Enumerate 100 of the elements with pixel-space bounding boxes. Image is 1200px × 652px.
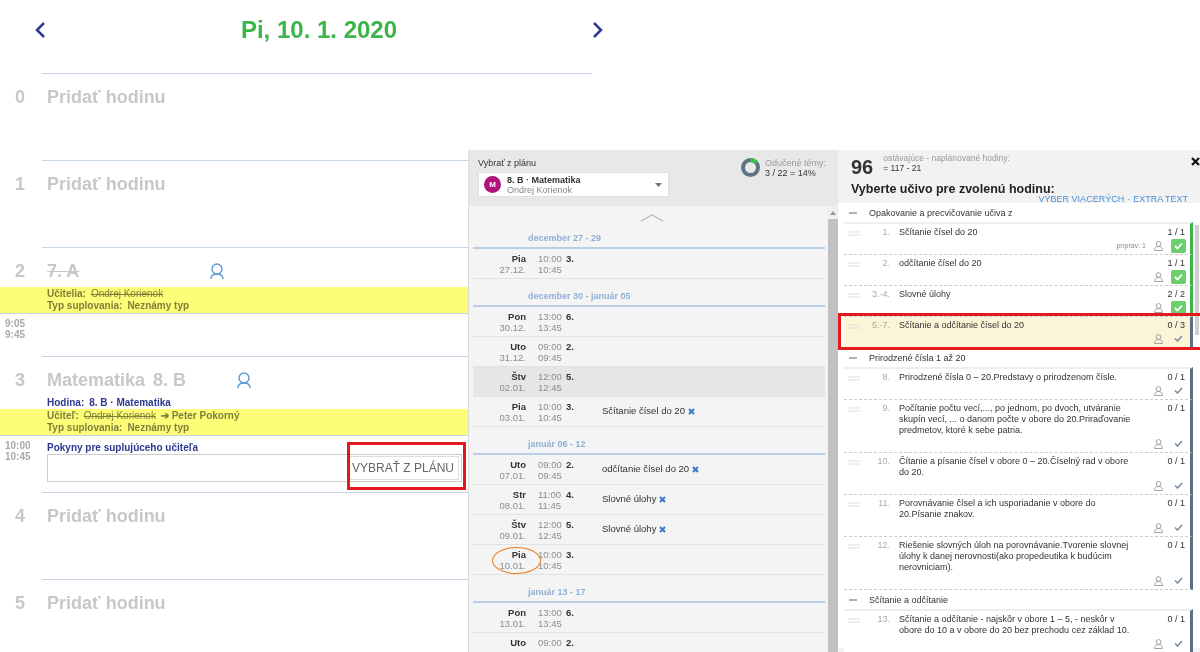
- date: 03.01.: [498, 412, 526, 423]
- topic-number: 3.-4.: [871, 289, 890, 301]
- topic-item[interactable]: 2. odčítanie čísel do 20 1 / 1: [844, 255, 1193, 286]
- end-time: 10:45: [538, 264, 560, 275]
- date: 31.12.: [498, 352, 526, 363]
- start-time: 09:00: [538, 460, 560, 471]
- day-name: Uto: [509, 638, 526, 649]
- topic-count: 0 / 1: [1166, 614, 1186, 626]
- teacher-name: Ondrej Korienok: [507, 184, 574, 195]
- day-name: Štv: [510, 372, 526, 383]
- field-label: Odučené témy:: [764, 158, 826, 168]
- topic-text: Počítanie počtu vecí,..., po jednom, po dvoch, utváranie skupín vecí, ... o danom počte v obore do 20.Priraďovanie predmetov, ktoré k sebe patria.: [899, 403, 1132, 436]
- lesson-number: 2.: [566, 638, 575, 650]
- instructions-field[interactable]: VYBRAŤ Z PLÁNU: [47, 454, 462, 482]
- topic-text: Slovné úlohy: [899, 289, 952, 300]
- lesson-number: 3.: [566, 550, 575, 562]
- plan-dropdown[interactable]: M 8. B · Matematika Ondrej Korienok: [478, 172, 669, 197]
- week-heading: december 27 - 29: [473, 222, 825, 249]
- topic-number: 12.: [876, 540, 890, 552]
- topic-number: 11.: [877, 498, 890, 510]
- date: 30.12.: [498, 322, 526, 333]
- topic-item[interactable]: 9. Počítanie počtu vecí,..., po jednom, po dvoch, utváranie skupín vecí, ... o danom počte v obore do 20.Priraďovanie predmetov, ktoré k sebe patria. 0 / 1: [844, 400, 1193, 453]
- start-time: 13:00: [538, 608, 560, 619]
- start-time: 09:00: [538, 342, 560, 353]
- lesson-time: 9:05 9:45: [4, 317, 26, 342]
- lesson-number: 6.: [566, 312, 575, 324]
- lesson-number: 3.: [566, 254, 575, 266]
- lesson-row[interactable]: Štv 02.01. 12:00 12:45 5.: [473, 367, 825, 397]
- topic-text: Sčítanie čísel do 20: [899, 227, 979, 238]
- topic-item[interactable]: 10. Čítanie a písanie čísel v obore 0 – 20.Číselný rad v obore do 20. 0 / 1: [844, 453, 1193, 495]
- topic-item[interactable]: 8. Prirodzené čísla 0 – 20.Predstavy o prirodzenom čísle. 0 / 1: [844, 367, 1193, 400]
- end-time: 09:45: [538, 470, 560, 481]
- end-time: 12:45: [538, 530, 560, 541]
- lesson-row[interactable]: Pia 27.12. 10:00 10:45 3.: [473, 249, 825, 279]
- lesson-row[interactable]: Pon 13.01. 13:00 13:45 6.: [473, 603, 825, 633]
- panel-heading: Vyberte učivo pre zvolenú hodinu:: [851, 182, 1055, 196]
- lesson-row[interactable]: Pia 10.01. 10:00 10:45 3.: [473, 545, 825, 575]
- topic-number: 8.: [881, 372, 890, 384]
- original-teacher: Ondrej Korienok: [90, 288, 164, 300]
- field-label: Typ suplovania:: [47, 300, 123, 312]
- lesson-number: 5.: [566, 372, 575, 384]
- topic-text: Prirodzené čísla 0 – 20.Predstavy o prirodzenom čísle.: [899, 372, 1119, 383]
- lesson-row[interactable]: Pia 03.01. 10:00 10:45 3. Sčítanie čísel do 20: [473, 397, 825, 427]
- date: 07.01.: [498, 470, 526, 481]
- topic-text: Sčítanie a odčítanie čísel do 20: [899, 320, 1026, 331]
- topic-item[interactable]: 11. Porovnávanie čísel a ich usporiadanie v obore do 20.Písanie znakov. 0 / 1: [844, 495, 1193, 537]
- lesson-number: 5.: [566, 520, 575, 532]
- topic-count: 1 / 1: [1166, 227, 1186, 238]
- original-teacher: Ondrej Korienok: [83, 410, 156, 422]
- date: 02.01.: [498, 382, 526, 393]
- lesson-row[interactable]: Pon 30.12. 13:00 13:45 6.: [473, 307, 825, 337]
- topic-item[interactable]: 3.-4. Slovné úlohy 2 / 2: [844, 286, 1193, 317]
- day-name: Uto: [509, 460, 526, 471]
- field-label: Učiteľ:: [47, 410, 79, 422]
- topic-name: Sčítanie čísel do 20: [602, 406, 685, 417]
- topic-count: 2 / 2: [1166, 289, 1186, 300]
- lesson-number: 3.: [566, 402, 575, 414]
- day-name: Pia: [510, 254, 526, 265]
- end-time: 12:45: [538, 382, 560, 393]
- group-title: Opakovanie a precvičovanie učiva z: [869, 207, 1013, 218]
- topic-count: 0 / 1: [1166, 498, 1186, 510]
- topic-name: Slovné úlohy: [602, 494, 657, 505]
- group-title: Prirodzené čísla 1 až 20: [869, 352, 966, 363]
- lesson-number: 2.: [566, 460, 575, 472]
- topic-name: Slovné úlohy: [602, 524, 657, 535]
- topic-number: 9.: [881, 403, 890, 415]
- topic-number: 2.: [881, 258, 890, 270]
- lesson-row[interactable]: Uto 09:00 2.: [473, 633, 825, 652]
- start-time: 10:00: [538, 402, 560, 413]
- lesson-row[interactable]: Štv 09.01. 12:00 12:45 5. Slovné úlohy: [473, 515, 825, 545]
- day-name: Pon: [507, 312, 526, 323]
- separator: ·: [1127, 194, 1131, 204]
- end-time: 13:45: [538, 322, 560, 333]
- topic-text: Sčítanie a odčítanie - najskôr v obore 1 – 5, - neskôr v obore do 10 a v obore do 20 bez prechodu cez základ 10.: [899, 614, 1131, 636]
- start-time: 11:00: [538, 490, 560, 501]
- end-time: 10:45: [538, 412, 560, 423]
- topic-name: odčítanie čísel do 20: [602, 464, 690, 475]
- day-name: Pia: [510, 550, 526, 561]
- start-time: 10:00: [538, 550, 560, 561]
- start-time: 13:00: [538, 312, 560, 323]
- topic-item[interactable]: 12. Riešenie slovných úloh na porovnávanie.Tvorenie slovnej úlohy k danej nerovnosti(ako propedeutika k budúcim nerovniciam). 0 / 1: [844, 537, 1193, 590]
- field-label: Vybrať z plánu: [478, 158, 538, 168]
- progress-value: 3 / 22 = 14%: [764, 168, 817, 178]
- start-time: 12:00: [538, 372, 560, 383]
- field-label: Učitelia:: [47, 288, 86, 300]
- lesson-number: 4.: [566, 490, 575, 502]
- day-name: Štv: [510, 520, 526, 531]
- field-value: 8. B · Matematika: [89, 397, 171, 408]
- start-time: 10:00: [538, 254, 560, 265]
- remaining-count: 96: [851, 156, 874, 178]
- lesson-row[interactable]: Str 08.01. 11:00 11:45 4. Slovné úlohy: [473, 485, 825, 515]
- topic-count: 0 / 1: [1166, 403, 1186, 415]
- topic-item[interactable]: 13. Sčítanie a odčítanie - najskôr v obore 1 – 5, - neskôr v obore do 10 a v obore do 20 bez prechodu cez základ 10. 0 / 1: [844, 609, 1193, 652]
- topic-count: 1 / 1: [1166, 258, 1186, 269]
- count-formula: = 117 - 21: [883, 163, 923, 173]
- topic-number: 1.: [881, 227, 890, 239]
- lesson-row[interactable]: Uto 07.01. 09:00 09:45 2. odčítanie čísel do 20: [473, 455, 825, 485]
- start-time: 09:00: [538, 638, 560, 649]
- topic-number: 10.: [876, 456, 890, 468]
- end-time: 13:45: [538, 618, 560, 629]
